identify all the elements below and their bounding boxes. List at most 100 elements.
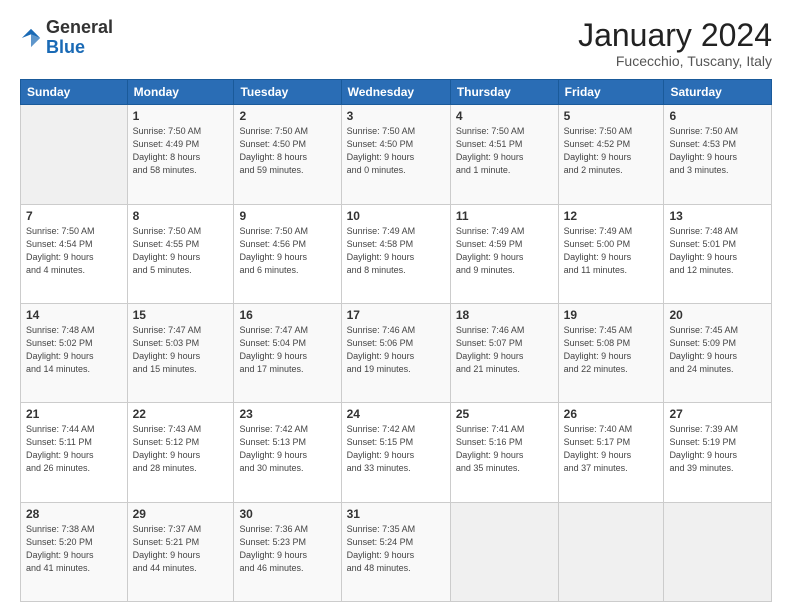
day-number: 23 xyxy=(239,407,335,421)
day-number: 22 xyxy=(133,407,229,421)
day-info: Sunrise: 7:36 AMSunset: 5:23 PMDaylight:… xyxy=(239,523,335,575)
day-info: Sunrise: 7:41 AMSunset: 5:16 PMDaylight:… xyxy=(456,423,553,475)
day-number: 18 xyxy=(456,308,553,322)
day-number: 29 xyxy=(133,507,229,521)
day-info: Sunrise: 7:50 AMSunset: 4:51 PMDaylight:… xyxy=(456,125,553,177)
day-number: 11 xyxy=(456,209,553,223)
calendar-cell: 10Sunrise: 7:49 AMSunset: 4:58 PMDayligh… xyxy=(341,204,450,303)
day-info: Sunrise: 7:40 AMSunset: 5:17 PMDaylight:… xyxy=(564,423,659,475)
calendar-cell: 14Sunrise: 7:48 AMSunset: 5:02 PMDayligh… xyxy=(21,303,128,402)
week-row-1: 7Sunrise: 7:50 AMSunset: 4:54 PMDaylight… xyxy=(21,204,772,303)
calendar-cell: 17 Sunrise: 7:46 AMSunset: 5:06 PMDayligh… xyxy=(341,303,450,402)
day-info: Sunrise: 7:46 AMSunset: 5:07 PMDaylight:… xyxy=(456,324,553,376)
calendar-cell: 9Sunrise: 7:50 AMSunset: 4:56 PMDaylight… xyxy=(234,204,341,303)
logo-text: General Blue xyxy=(46,18,113,58)
day-info: Sunrise: 7:50 AMSunset: 4:54 PMDaylight:… xyxy=(26,225,122,277)
week-row-0: 1 Sunrise: 7:50 AMSunset: 4:49 PMDaylight… xyxy=(21,105,772,204)
day-info: Sunrise: 7:50 AMSunset: 4:56 PMDaylight:… xyxy=(239,225,335,277)
day-info: Sunrise: 7:35 AMSunset: 5:24 PMDaylight:… xyxy=(347,523,445,575)
calendar-cell: 4 Sunrise: 7:50 AMSunset: 4:51 PMDaylight… xyxy=(450,105,558,204)
calendar-cell: 16 Sunrise: 7:47 AMSunset: 5:04 PMDayligh… xyxy=(234,303,341,402)
day-header-thursday: Thursday xyxy=(450,80,558,105)
header: General Blue January 2024 Fucecchio, Tus… xyxy=(20,18,772,69)
day-number: 10 xyxy=(347,209,445,223)
day-info: Sunrise: 7:44 AMSunset: 5:11 PMDaylight:… xyxy=(26,423,122,475)
day-info: Sunrise: 7:43 AMSunset: 5:12 PMDaylight:… xyxy=(133,423,229,475)
calendar-cell: 1 Sunrise: 7:50 AMSunset: 4:49 PMDaylight… xyxy=(127,105,234,204)
calendar-cell: 25 Sunrise: 7:41 AMSunset: 5:16 PMDayligh… xyxy=(450,403,558,502)
week-row-3: 21Sunrise: 7:44 AMSunset: 5:11 PMDayligh… xyxy=(21,403,772,502)
week-row-2: 14Sunrise: 7:48 AMSunset: 5:02 PMDayligh… xyxy=(21,303,772,402)
calendar-cell: 5Sunrise: 7:50 AMSunset: 4:52 PMDaylight… xyxy=(558,105,664,204)
day-info: Sunrise: 7:50 AMSunset: 4:49 PMDaylight:… xyxy=(133,125,229,177)
day-header-saturday: Saturday xyxy=(664,80,772,105)
day-number: 27 xyxy=(669,407,766,421)
calendar-cell: 28 Sunrise: 7:38 AMSunset: 5:20 PMDayligh… xyxy=(21,502,128,601)
day-number: 16 xyxy=(239,308,335,322)
day-number: 8 xyxy=(133,209,229,223)
day-info: Sunrise: 7:50 AMSunset: 4:52 PMDaylight:… xyxy=(564,125,659,177)
calendar-cell: 11 Sunrise: 7:49 AMSunset: 4:59 PMDayligh… xyxy=(450,204,558,303)
day-info: Sunrise: 7:45 AMSunset: 5:08 PMDaylight:… xyxy=(564,324,659,376)
day-info: Sunrise: 7:42 AMSunset: 5:15 PMDaylight:… xyxy=(347,423,445,475)
day-number: 30 xyxy=(239,507,335,521)
calendar-cell: 19 Sunrise: 7:45 AMSunset: 5:08 PMDayligh… xyxy=(558,303,664,402)
logo-icon xyxy=(20,27,42,49)
calendar-cell: 22 Sunrise: 7:43 AMSunset: 5:12 PMDayligh… xyxy=(127,403,234,502)
calendar-cell: 2Sunrise: 7:50 AMSunset: 4:50 PMDaylight… xyxy=(234,105,341,204)
calendar-cell: 29 Sunrise: 7:37 AMSunset: 5:21 PMDayligh… xyxy=(127,502,234,601)
month-year-title: January 2024 xyxy=(578,18,772,53)
calendar-cell: 20 Sunrise: 7:45 AMSunset: 5:09 PMDayligh… xyxy=(664,303,772,402)
calendar-cell: 6 Sunrise: 7:50 AMSunset: 4:53 PMDaylight… xyxy=(664,105,772,204)
day-info: Sunrise: 7:46 AMSunset: 5:06 PMDaylight:… xyxy=(347,324,445,376)
day-number: 14 xyxy=(26,308,122,322)
day-number: 26 xyxy=(564,407,659,421)
day-info: Sunrise: 7:47 AMSunset: 5:03 PMDaylight:… xyxy=(133,324,229,376)
page: General Blue January 2024 Fucecchio, Tus… xyxy=(0,0,792,612)
day-number: 15 xyxy=(133,308,229,322)
calendar-cell: 27 Sunrise: 7:39 AMSunset: 5:19 PMDayligh… xyxy=(664,403,772,502)
day-info: Sunrise: 7:39 AMSunset: 5:19 PMDaylight:… xyxy=(669,423,766,475)
day-info: Sunrise: 7:50 AMSunset: 4:53 PMDaylight:… xyxy=(669,125,766,177)
logo-blue: Blue xyxy=(46,37,85,57)
day-number: 28 xyxy=(26,507,122,521)
day-number: 19 xyxy=(564,308,659,322)
calendar-cell xyxy=(450,502,558,601)
calendar-cell: 8Sunrise: 7:50 AMSunset: 4:55 PMDaylight… xyxy=(127,204,234,303)
day-number: 25 xyxy=(456,407,553,421)
calendar-cell: 24Sunrise: 7:42 AMSunset: 5:15 PMDayligh… xyxy=(341,403,450,502)
day-info: Sunrise: 7:45 AMSunset: 5:09 PMDaylight:… xyxy=(669,324,766,376)
logo-general: General xyxy=(46,17,113,37)
calendar-cell: 12Sunrise: 7:49 AMSunset: 5:00 PMDayligh… xyxy=(558,204,664,303)
day-info: Sunrise: 7:48 AMSunset: 5:01 PMDaylight:… xyxy=(669,225,766,277)
calendar-cell: 21Sunrise: 7:44 AMSunset: 5:11 PMDayligh… xyxy=(21,403,128,502)
day-header-wednesday: Wednesday xyxy=(341,80,450,105)
day-header-tuesday: Tuesday xyxy=(234,80,341,105)
calendar-cell: 23 Sunrise: 7:42 AMSunset: 5:13 PMDayligh… xyxy=(234,403,341,502)
day-number: 13 xyxy=(669,209,766,223)
calendar-cell: 3Sunrise: 7:50 AMSunset: 4:50 PMDaylight… xyxy=(341,105,450,204)
day-number: 6 xyxy=(669,109,766,123)
calendar-cell: 26 Sunrise: 7:40 AMSunset: 5:17 PMDayligh… xyxy=(558,403,664,502)
day-number: 20 xyxy=(669,308,766,322)
calendar-cell: 7Sunrise: 7:50 AMSunset: 4:54 PMDaylight… xyxy=(21,204,128,303)
calendar-header-row: SundayMondayTuesdayWednesdayThursdayFrid… xyxy=(21,80,772,105)
day-info: Sunrise: 7:47 AMSunset: 5:04 PMDaylight:… xyxy=(239,324,335,376)
calendar-cell xyxy=(558,502,664,601)
day-number: 4 xyxy=(456,109,553,123)
day-number: 1 xyxy=(133,109,229,123)
day-number: 31 xyxy=(347,507,445,521)
calendar-cell: 13 Sunrise: 7:48 AMSunset: 5:01 PMDayligh… xyxy=(664,204,772,303)
day-info: Sunrise: 7:38 AMSunset: 5:20 PMDaylight:… xyxy=(26,523,122,575)
calendar-cell xyxy=(664,502,772,601)
day-info: Sunrise: 7:49 AMSunset: 4:59 PMDaylight:… xyxy=(456,225,553,277)
day-info: Sunrise: 7:37 AMSunset: 5:21 PMDaylight:… xyxy=(133,523,229,575)
logo: General Blue xyxy=(20,18,113,58)
calendar-cell xyxy=(21,105,128,204)
day-number: 3 xyxy=(347,109,445,123)
day-number: 17 xyxy=(347,308,445,322)
calendar-cell: 15 Sunrise: 7:47 AMSunset: 5:03 PMDayligh… xyxy=(127,303,234,402)
day-number: 2 xyxy=(239,109,335,123)
day-info: Sunrise: 7:42 AMSunset: 5:13 PMDaylight:… xyxy=(239,423,335,475)
day-header-sunday: Sunday xyxy=(21,80,128,105)
